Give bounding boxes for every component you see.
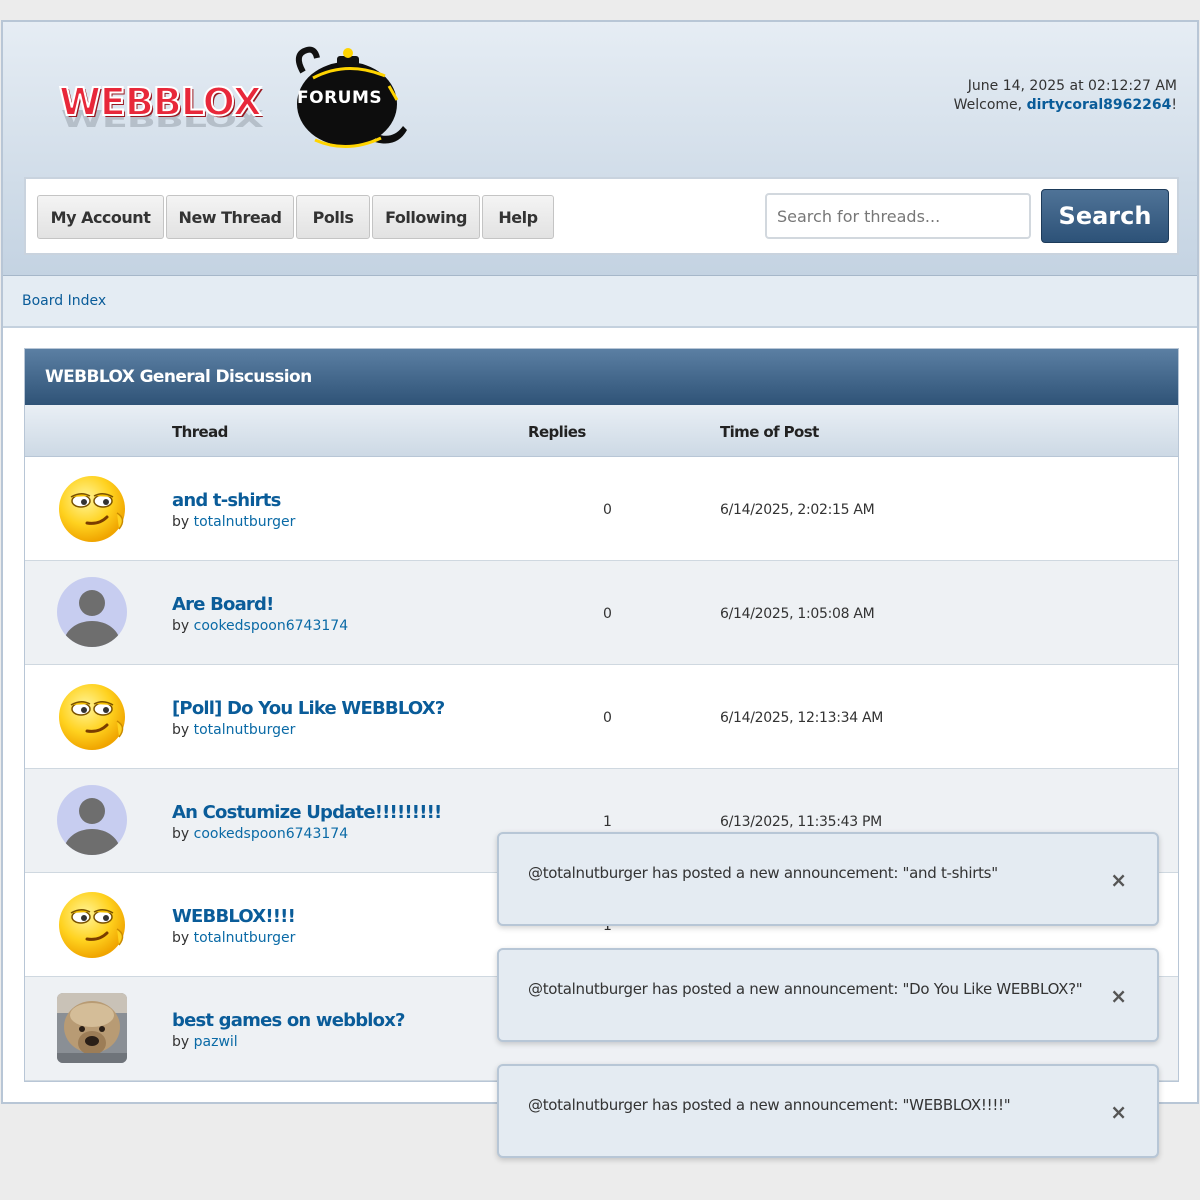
- board-title: WEBBLOX General Discussion: [25, 349, 1178, 405]
- polls-button[interactable]: Polls: [296, 195, 370, 239]
- toast-message: @totalnutburger has posted a new announc…: [528, 980, 1083, 998]
- author-link[interactable]: totalnutburger: [194, 722, 296, 738]
- toast-message: @totalnutburger has posted a new announc…: [528, 1096, 1011, 1114]
- help-button[interactable]: Help: [482, 195, 554, 239]
- following-button[interactable]: Following: [372, 195, 480, 239]
- smirk-emoji-avatar[interactable]: [57, 681, 127, 751]
- my-account-button[interactable]: My Account: [37, 195, 164, 239]
- thread-title-link[interactable]: WEBBLOX!!!!: [172, 906, 296, 927]
- thread-author: by cookedspoon6743174: [172, 826, 348, 842]
- search-input[interactable]: [765, 193, 1031, 239]
- thread-replies: 0: [603, 710, 612, 726]
- close-icon[interactable]: ×: [1110, 986, 1127, 1006]
- column-header-row: Thread Replies Time of Post: [25, 405, 1178, 457]
- default-user-avatar[interactable]: [57, 785, 127, 855]
- author-link[interactable]: totalnutburger: [194, 514, 296, 530]
- thread-replies: 1: [603, 814, 612, 830]
- dog-photo-avatar[interactable]: [57, 993, 127, 1063]
- table-row: and t-shirts by totalnutburger 0 6/14/20…: [25, 457, 1178, 561]
- welcome-message: Welcome, dirtycoral8962264!: [954, 97, 1177, 113]
- thread-title-link[interactable]: Are Board!: [172, 594, 274, 615]
- smirk-emoji-avatar[interactable]: [57, 473, 127, 543]
- thread-time: 6/13/2025, 11:35:43 PM: [720, 814, 882, 830]
- site-header: WEBBLOX WEBBLOX FORUMS June 14, 2025 at …: [3, 22, 1197, 276]
- default-user-avatar[interactable]: [57, 577, 127, 647]
- thread-title-link[interactable]: An Costumize Update!!!!!!!!!: [172, 802, 442, 823]
- toast-message: @totalnutburger has posted a new announc…: [528, 864, 998, 882]
- by-label: by: [172, 618, 194, 634]
- thread-author: by totalnutburger: [172, 722, 295, 738]
- thread-author: by totalnutburger: [172, 514, 295, 530]
- announcement-toast[interactable]: @totalnutburger has posted a new announc…: [497, 1064, 1159, 1158]
- by-label: by: [172, 930, 194, 946]
- announcement-toast[interactable]: @totalnutburger has posted a new announc…: [497, 832, 1159, 926]
- smirk-emoji-avatar[interactable]: [57, 889, 127, 959]
- breadcrumb-bar: Board Index: [3, 276, 1197, 328]
- author-link[interactable]: cookedspoon6743174: [194, 826, 348, 842]
- by-label: by: [172, 826, 194, 842]
- page-frame: WEBBLOX WEBBLOX FORUMS June 14, 2025 at …: [1, 20, 1199, 1104]
- thread-author: by cookedspoon6743174: [172, 618, 348, 634]
- welcome-prefix: Welcome,: [953, 97, 1027, 113]
- close-icon[interactable]: ×: [1110, 1102, 1127, 1122]
- thread-title-link[interactable]: best games on webblox?: [172, 1010, 406, 1031]
- thread-title-link[interactable]: and t-shirts: [172, 490, 281, 511]
- column-thread: Thread: [172, 423, 228, 441]
- author-link[interactable]: pazwil: [194, 1034, 238, 1050]
- column-replies: Replies: [528, 423, 586, 441]
- thread-author: by pazwil: [172, 1034, 238, 1050]
- thread-time: 6/14/2025, 1:05:08 AM: [720, 606, 875, 622]
- author-link[interactable]: cookedspoon6743174: [194, 618, 348, 634]
- by-label: by: [172, 1034, 194, 1050]
- table-row: Are Board! by cookedspoon6743174 0 6/14/…: [25, 561, 1178, 665]
- new-thread-button[interactable]: New Thread: [166, 195, 294, 239]
- table-row: [Poll] Do You Like WEBBLOX? by totalnutb…: [25, 665, 1178, 769]
- current-datetime: June 14, 2025 at 02:12:27 AM: [967, 78, 1177, 94]
- announcement-toast[interactable]: @totalnutburger has posted a new announc…: [497, 948, 1159, 1042]
- by-label: by: [172, 514, 194, 530]
- username-link[interactable]: dirtycoral8962264: [1027, 97, 1172, 113]
- search-button[interactable]: Search: [1041, 189, 1169, 243]
- thread-author: by totalnutburger: [172, 930, 295, 946]
- breadcrumb-board-index[interactable]: Board Index: [22, 293, 106, 309]
- close-icon[interactable]: ×: [1110, 870, 1127, 890]
- thread-time: 6/14/2025, 2:02:15 AM: [720, 502, 875, 518]
- thread-replies: 0: [603, 502, 612, 518]
- thread-title-link[interactable]: [Poll] Do You Like WEBBLOX?: [172, 698, 445, 719]
- thread-replies: 0: [603, 606, 612, 622]
- thread-time: 6/14/2025, 12:13:34 AM: [720, 710, 884, 726]
- forums-label: FORUMS: [297, 88, 383, 108]
- author-link[interactable]: totalnutburger: [194, 930, 296, 946]
- by-label: by: [172, 722, 194, 738]
- welcome-suffix: !: [1171, 97, 1177, 113]
- nav-bar: My Account New Thread Polls Following He…: [24, 177, 1179, 255]
- column-time: Time of Post: [720, 423, 819, 441]
- webblox-logo[interactable]: WEBBLOX: [58, 79, 263, 125]
